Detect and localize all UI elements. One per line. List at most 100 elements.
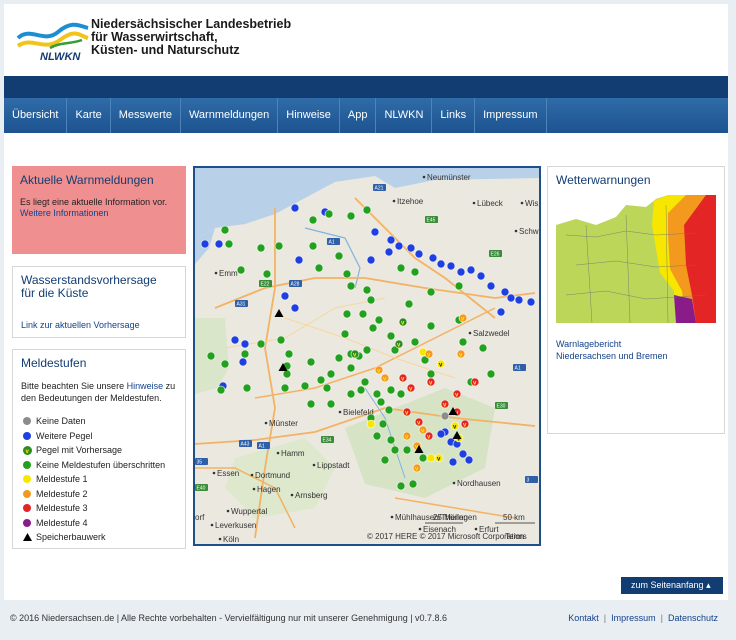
place-label: Lippstadt [317,461,350,470]
weather-warnings-panel: Wetterwarnungen Warnlagebericht Niedersa… [547,166,725,434]
gauge-marker-ok [366,295,376,305]
gauge-marker [406,243,416,253]
legend: Keine Daten Weitere Pegel v Pegel mit Vorhe… [21,414,177,545]
city-dot [210,523,214,527]
gauge-marker-ok [316,375,326,385]
separator: | [660,613,663,623]
highway-label: A43 [241,442,250,448]
gauge-marker-ok [358,309,368,319]
legend-item: v Pegel mit Vorhersage [21,443,177,458]
gauge-marker-ok [410,267,420,277]
gauge-marker-ok [372,389,382,399]
gauge-marker-ok [360,377,370,387]
place-label: Wis [525,199,538,208]
legend-label: Meldestufe 3 [36,503,88,514]
city-dot [520,201,524,205]
to-top-button[interactable]: zum Seitenanfang ▴ [621,577,723,594]
gauge-marker-ok [340,329,350,339]
highway-label: 3 [527,478,530,484]
caret-up-icon: ▴ [706,580,711,590]
city-dot [276,451,280,455]
gauge-marker-ok [324,209,334,219]
place-label: Dortmund [255,471,290,480]
nav-item-warnmeldungen[interactable]: Warnmeldungen [181,98,279,133]
gauge-marker [384,247,394,257]
gauge-marker [230,335,240,345]
separator: | [603,613,607,623]
legend-item: Keine Daten [21,414,177,429]
nav-item-uebersicht[interactable]: Übersicht [4,98,68,133]
forecast-title-line-2: für die Küste [21,286,89,300]
gauge-marker-ok [426,369,436,379]
gauge-marker-ok [308,215,318,225]
city-dot [468,331,472,335]
city-dot [214,271,218,275]
place-label: Itzehoe [397,197,424,206]
footer-link-impressum[interactable]: Impressum [611,613,656,623]
warnings-text: Es liegt eine aktuelle Information vor. [20,197,168,207]
levels-intro: Bitte beachten Sie unsere Hinweise zu de… [21,380,177,404]
nav-item-hinweise[interactable]: Hinweise [278,98,340,133]
gauge-marker-ok [396,263,406,273]
gauge-marker [238,357,248,367]
gauge-marker-ok [378,419,388,429]
gauge-marker-ok [402,445,412,455]
warnlagebericht-link[interactable]: Warnlagebericht Niedersachsen und Bremen [556,338,716,362]
no-data-marker [440,411,450,421]
nav-item-impressum[interactable]: Impressum [475,98,547,133]
gauge-marker-ok [478,343,488,353]
highway-label: A31 [237,302,246,308]
scale-km: 50 km [503,513,525,522]
place-label: Salzwedel [473,329,510,338]
gauge-marker [366,255,376,265]
place-label: Lübeck [477,199,504,208]
gauge-marker-ok [256,339,266,349]
place-label: Hagen [257,485,281,494]
gauge-marker-ok [376,397,386,407]
nav-item-app[interactable]: App [340,98,377,133]
map-canvas[interactable]: Neumünster Itzehoe Lübeck Wis Schw Salzwedel E… [195,168,539,544]
nav-item-nlwkn[interactable]: NLWKN [376,98,433,133]
warnlagebericht-line-2: Niedersachsen und Bremen [556,351,668,361]
place-label: Köln [223,535,239,544]
city-dot [212,471,216,475]
gauge-marker-ok [220,225,230,235]
city-dot [418,527,422,531]
city-dot [422,175,426,179]
gauge-marker [458,449,468,459]
gauge-marker-ok [224,239,234,249]
gauge-marker-ok [426,287,436,297]
gauge-marker-ok [362,285,372,295]
alert-levels-panel: Meldestufen Bitte beachten Sie unsere Hi… [12,349,186,549]
legend-item: Weitere Pegel [21,429,177,444]
gauge-map[interactable]: Neumünster Itzehoe Lübeck Wis Schw Salzwedel E… [193,166,541,546]
gauge-marker-ok [342,269,352,279]
nlwkn-logo[interactable]: NLWKN [14,18,90,62]
warnings-panel: Aktuelle Warnmeldungen Es liegt eine akt… [12,166,186,254]
nav-item-links[interactable]: Links [432,98,476,133]
gauge-marker-ok [408,479,418,489]
gauge-marker-ok [384,405,394,415]
nav-item-karte[interactable]: Karte [67,98,111,133]
nav-item-messwerte[interactable]: Messwerte [111,98,181,133]
city-dot [264,421,268,425]
weather-warning-map[interactable] [556,195,716,324]
forecast-dot-icon: v [21,445,33,455]
gauge-marker [386,235,396,245]
gauge-marker [446,261,456,271]
gauge-marker [456,267,466,277]
footer-link-kontakt[interactable]: Kontakt [568,613,599,623]
gauge-marker [448,457,458,467]
gauge-marker-ok [390,445,400,455]
gauge-marker-ok [284,349,294,359]
footer-link-datenschutz[interactable]: Datenschutz [668,613,718,623]
gauge-marker-ok [342,309,352,319]
forecast-link[interactable]: Link zur aktuellen Vorhersage [21,320,177,330]
highway-label: E26 [491,252,500,258]
place-label: Münster [269,419,298,428]
more-info-link[interactable]: Weitere Informationen [20,208,108,218]
hinweise-link[interactable]: Hinweise [127,381,164,391]
gauge-marker [370,227,380,237]
place-label: Nordhausen [457,479,501,488]
gauge-marker-ok [346,281,356,291]
